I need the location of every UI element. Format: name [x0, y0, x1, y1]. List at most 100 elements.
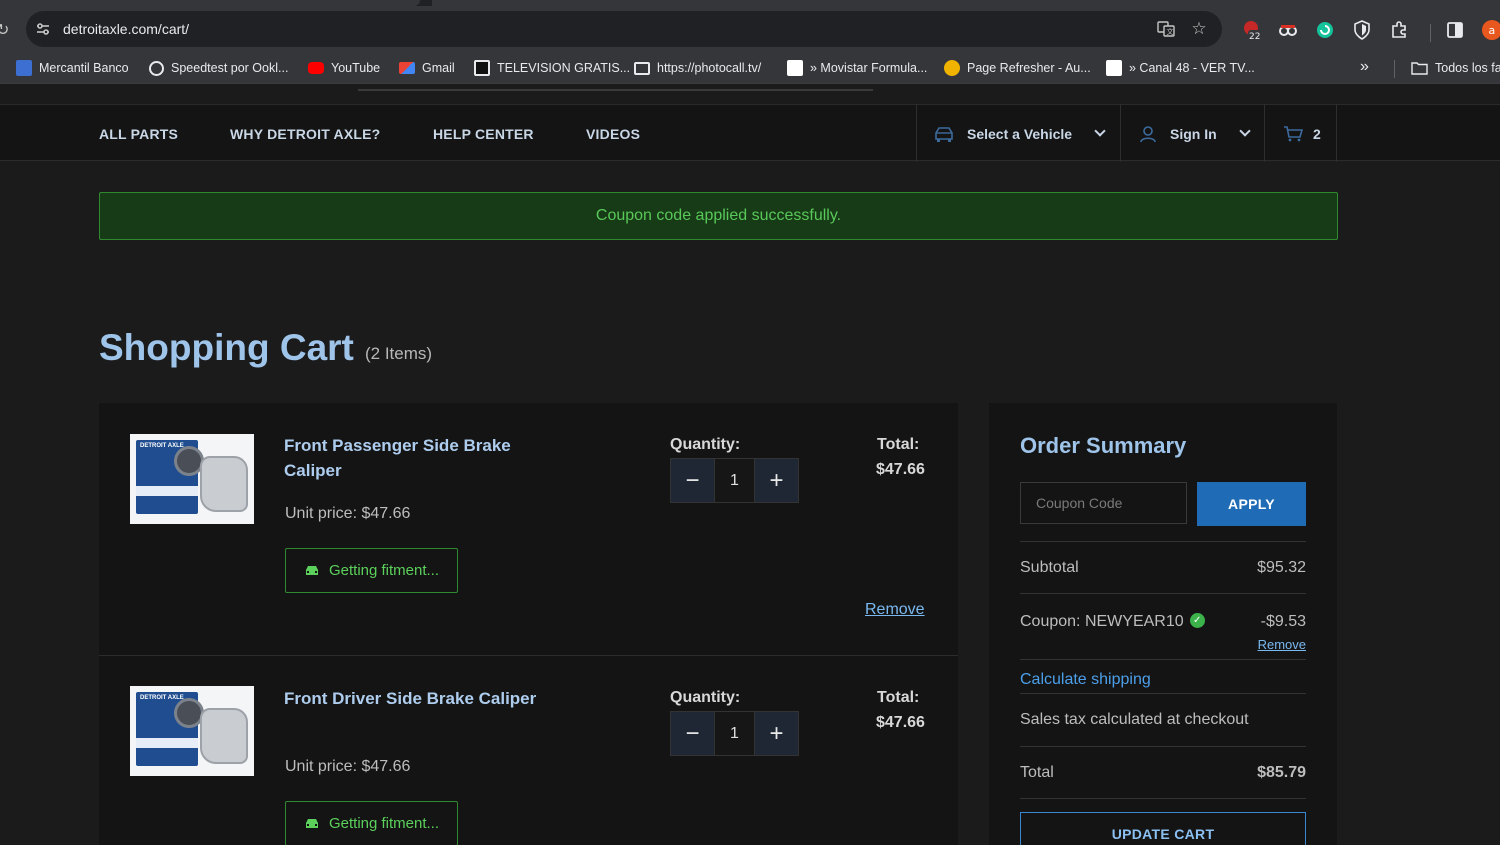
shield-extension-icon[interactable] — [1351, 19, 1373, 41]
bookmark-folder-label: Todos los fa — [1435, 61, 1500, 75]
coupon-applied-row: Coupon: NEWYEAR10 ✓ — [1020, 612, 1205, 631]
item-total-label: Total: — [877, 436, 920, 453]
nav-videos[interactable]: VIDEOS — [586, 126, 640, 142]
increase-quantity-button[interactable]: + — [755, 459, 798, 502]
extensions-puzzle-icon[interactable] — [1389, 19, 1411, 41]
bookmark-page-refresher[interactable]: Page Refresher - Au... — [944, 58, 1091, 78]
item-total-value: $47.66 — [876, 714, 925, 731]
speedtest-favicon — [149, 60, 164, 76]
bookmarks-bar: Mercantil Banco Speedtest por Ookl... Yo… — [0, 52, 1500, 84]
quantity-label: Quantity: — [670, 436, 741, 453]
item-total-value: $47.66 — [876, 461, 925, 478]
bookmark-photocall[interactable]: https://photocall.tv/ — [634, 58, 761, 78]
canal48-favicon — [1106, 60, 1122, 76]
quantity-value[interactable]: 1 — [714, 712, 755, 755]
product-name-link[interactable]: Front Passenger Side Brake Caliper — [284, 433, 511, 483]
grammar-extension-icon[interactable] — [1314, 19, 1336, 41]
coupon-discount-value: -$9.53 — [1260, 613, 1306, 630]
increase-quantity-button[interactable]: + — [755, 712, 798, 755]
remove-coupon-link[interactable]: Remove — [1258, 637, 1306, 652]
cart-items-panel: DETROIT AXLE Front Passenger Side Brake … — [99, 403, 958, 845]
sign-in-label: Sign In — [1170, 125, 1217, 142]
fitment-button[interactable]: Getting fitment... — [285, 548, 458, 593]
sign-in-dropdown[interactable]: Sign In — [1120, 105, 1264, 162]
glasses-extension-icon[interactable] — [1277, 19, 1299, 41]
product-image[interactable]: DETROIT AXLE — [130, 686, 254, 776]
summary-divider — [1020, 746, 1306, 747]
bookmark-label: Page Refresher - Au... — [967, 61, 1091, 75]
quantity-label: Quantity: — [670, 689, 741, 706]
reload-icon[interactable]: ↻ — [0, 20, 9, 40]
quantity-value[interactable]: 1 — [714, 459, 755, 502]
decrease-quantity-button[interactable]: − — [671, 459, 714, 502]
browser-toolbar: ↻ detroitaxle.com/cart/ 文 ☆ 22 a — [0, 6, 1500, 52]
bookmark-label: Mercantil Banco — [39, 61, 129, 75]
order-summary-panel: Order Summary APPLY Subtotal $95.32 Coup… — [989, 403, 1337, 845]
chevron-down-icon — [1094, 125, 1106, 137]
sales-tax-note: Sales tax calculated at checkout — [1020, 711, 1249, 728]
decrease-quantity-button[interactable]: − — [671, 712, 714, 755]
summary-divider — [1020, 593, 1306, 594]
mercantil-favicon — [16, 60, 32, 76]
bookmarks-divider — [1394, 60, 1395, 78]
svg-text:22: 22 — [1249, 32, 1260, 41]
extension-badge-icon[interactable]: 22 — [1242, 19, 1264, 41]
toolbar-divider — [1430, 24, 1431, 42]
unit-price: Unit price: $47.66 — [285, 505, 411, 522]
nav-why-detroit-axle[interactable]: WHY DETROIT AXLE? — [230, 126, 380, 142]
bookmark-label: YouTube — [331, 61, 381, 75]
bookmark-canal-48[interactable]: » Canal 48 - VER TV... — [1106, 58, 1255, 78]
bookmark-label: https://photocall.tv/ — [657, 61, 762, 75]
bookmark-television-gratis[interactable]: TELEVISION GRATIS... — [474, 58, 630, 78]
car-icon — [935, 126, 953, 142]
calculate-shipping-link[interactable]: Calculate shipping — [1020, 671, 1151, 689]
bookmark-youtube[interactable]: YouTube — [308, 58, 380, 78]
page-refresher-favicon — [944, 60, 960, 76]
summary-divider — [1020, 541, 1306, 542]
site-settings-icon[interactable] — [34, 20, 52, 38]
user-icon — [1140, 125, 1156, 142]
bookmarks-folder[interactable]: Todos los fa — [1411, 58, 1500, 78]
url-text[interactable]: detroitaxle.com/cart/ — [63, 21, 189, 37]
car-icon — [305, 818, 318, 828]
summary-divider — [1020, 659, 1306, 660]
folder-icon — [1411, 62, 1428, 75]
apply-coupon-button[interactable]: APPLY — [1197, 482, 1306, 526]
bookmark-label: » Movistar Formula... — [810, 61, 928, 75]
bookmark-speedtest[interactable]: Speedtest por Ookl... — [149, 58, 288, 78]
remove-item-link[interactable]: Remove — [865, 601, 925, 619]
profile-avatar[interactable]: a — [1481, 19, 1500, 41]
bookmark-label: Gmail — [422, 61, 455, 75]
bookmark-gmail[interactable]: Gmail — [399, 58, 455, 78]
select-vehicle-label: Select a Vehicle — [967, 125, 1073, 142]
subtotal-value: $95.32 — [1257, 559, 1306, 576]
gmail-favicon — [399, 62, 415, 74]
bookmarks-overflow-icon[interactable]: » — [1360, 58, 1369, 76]
photocall-favicon — [634, 61, 650, 75]
cart-icon — [1284, 125, 1303, 141]
side-panel-icon[interactable] — [1444, 19, 1466, 41]
address-bar[interactable]: detroitaxle.com/cart/ 文 ☆ — [26, 11, 1222, 47]
bookmark-mercantil[interactable]: Mercantil Banco — [16, 58, 129, 78]
loading-bar — [358, 89, 873, 91]
order-total-value: $85.79 — [1257, 764, 1306, 781]
order-total-label: Total — [1020, 764, 1054, 781]
product-name-link[interactable]: Front Driver Side Brake Caliper — [284, 686, 536, 711]
bookmark-star-icon[interactable]: ☆ — [1188, 18, 1210, 40]
item-total-label: Total: — [877, 689, 920, 706]
nav-all-parts[interactable]: ALL PARTS — [99, 126, 178, 142]
select-vehicle-dropdown[interactable]: Select a Vehicle — [916, 105, 1120, 162]
update-cart-button[interactable]: UPDATE CART — [1020, 812, 1306, 845]
product-image[interactable]: DETROIT AXLE — [130, 434, 254, 524]
nav-help-center[interactable]: HELP CENTER — [433, 126, 534, 142]
coupon-code-input[interactable] — [1020, 482, 1187, 524]
summary-divider — [1020, 693, 1306, 694]
svg-text:文: 文 — [1167, 27, 1174, 36]
translate-icon[interactable]: 文 — [1155, 18, 1177, 40]
bookmark-label: TELEVISION GRATIS... — [497, 61, 631, 75]
bookmark-movistar[interactable]: » Movistar Formula... — [787, 58, 927, 78]
tv-favicon — [474, 60, 490, 76]
fitment-button[interactable]: Getting fitment... — [285, 801, 458, 845]
movistar-favicon — [787, 60, 803, 76]
cart-button[interactable]: 2 — [1264, 105, 1337, 162]
